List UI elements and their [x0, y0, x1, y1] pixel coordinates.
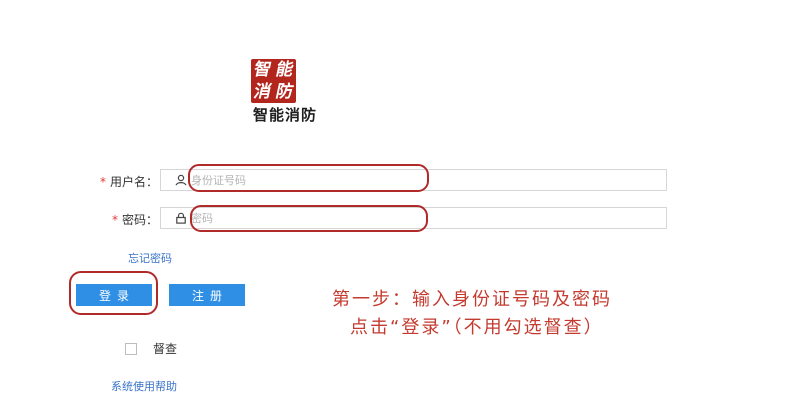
instruction-line-2: 点击“登录”（不用勾选督查）: [350, 317, 604, 338]
supervise-checkbox[interactable]: [125, 342, 137, 355]
login-page: 智 能 消 防 智能消防 *用户名： *密码： 忘记密码 登录 注册 督查 系统…: [0, 0, 800, 400]
logo-glyph: 消: [251, 81, 273, 102]
brand-name: 智能消防: [252, 106, 317, 124]
app-logo: 智 能 消 防: [251, 59, 296, 103]
password-field[interactable]: [160, 207, 667, 229]
password-input[interactable]: [191, 211, 631, 225]
username-field[interactable]: [160, 169, 667, 191]
username-label: * 用户名：: [78, 173, 158, 190]
forgot-password-link[interactable]: 忘记密码: [128, 250, 172, 266]
register-button[interactable]: 注册: [169, 284, 245, 306]
help-link[interactable]: 系统使用帮助: [111, 378, 177, 394]
supervise-checkbox-row[interactable]: 督查: [125, 340, 177, 357]
login-button[interactable]: 登录: [76, 284, 152, 306]
required-mark: *: [111, 213, 118, 227]
required-mark: *: [99, 175, 106, 189]
username-label-text: 用户名：: [109, 175, 158, 189]
username-input[interactable]: [191, 173, 631, 187]
user-icon: [175, 174, 187, 186]
instruction-line-1: 第一步：输入身份证号码及密码: [332, 289, 612, 310]
supervise-label: 督查: [153, 342, 178, 356]
lock-icon: [176, 212, 186, 224]
password-label: * 密码：: [78, 211, 158, 228]
instruction-annotation: 第一步：输入身份证号码及密码 点击“登录”（不用勾选督查）: [332, 286, 612, 342]
logo-glyph: 防: [274, 81, 296, 102]
password-label-text: 密码：: [121, 213, 158, 227]
logo-glyph: 智: [251, 59, 273, 80]
logo-glyph: 能: [274, 59, 296, 80]
